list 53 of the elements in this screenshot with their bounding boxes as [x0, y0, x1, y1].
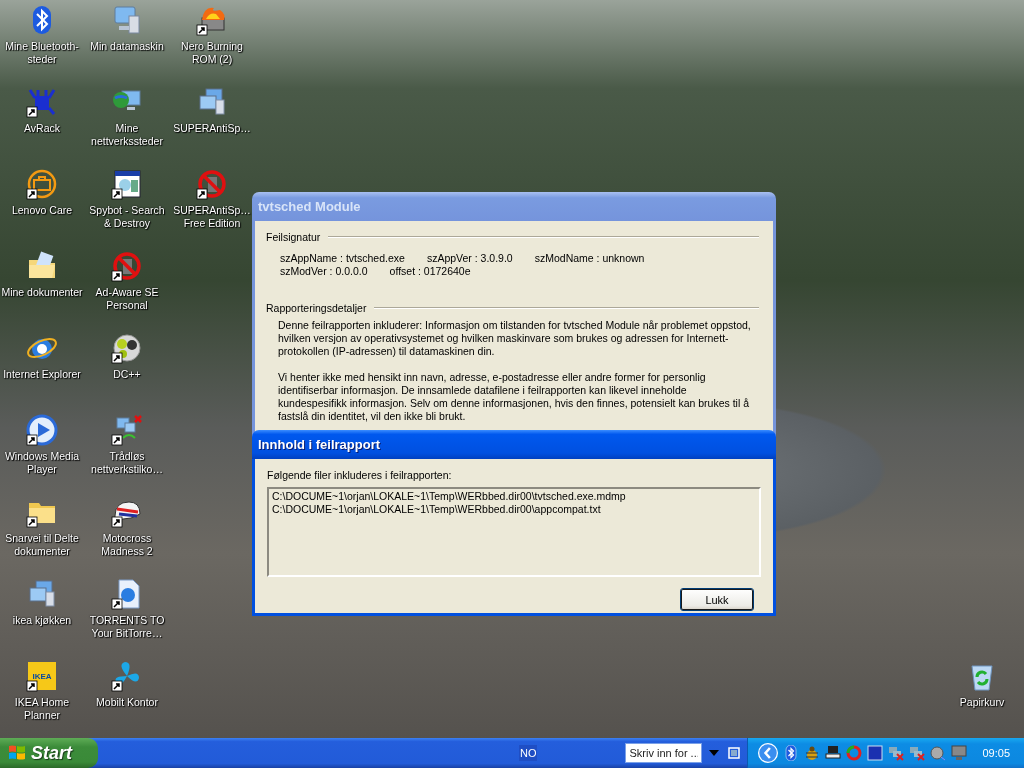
file-path: C:\DOCUME~1\orjan\LOKALE~1\Temp\WERbbed.dir00\appcompat.txt: [272, 503, 602, 516]
computer-icon[interactable]: [825, 745, 842, 761]
icon-label[interactable]: Motocross Madness 2: [86, 532, 168, 558]
clock[interactable]: 09:05: [982, 747, 1010, 759]
icon-label[interactable]: SUPERAntiSp…: [173, 122, 251, 135]
search-field[interactable]: Skriv inn for ...: [625, 743, 703, 763]
signature-field: szModName : unknown: [534, 252, 645, 265]
icon-label[interactable]: IKEA Home Planner: [1, 696, 83, 722]
network-error-icon[interactable]: [888, 745, 905, 761]
signature-field: szModVer : 0.0.0.0: [280, 265, 368, 278]
files-intro: Følgende filer inkluderes i feilrapporten:: [267, 469, 453, 481]
icon-label[interactable]: Mine nettverkssteder: [86, 122, 168, 148]
signature-field: szAppVer : 3.0.9.0: [426, 252, 513, 265]
details-paragraph: Vi henter ikke med hensikt inn navn, adresse, e-postadresse eller andre former for personlig identifiserbar informasjon. De innsamlede datafilene i feilrapporten kan likevel inneholde kundespesifikk informasjon. Selv om denne informasjonen, hvis den finnes, potensielt kan brukes til å fastslå din identitet, vil den ikke bli brukt.: [278, 371, 750, 423]
icon-label[interactable]: Windows Media Player: [1, 450, 83, 476]
monitor-icon[interactable]: [867, 745, 884, 761]
icon-label[interactable]: DC++: [113, 368, 141, 381]
icon-label[interactable]: Mine dokumenter: [1, 286, 83, 299]
restore-icon[interactable]: [727, 746, 742, 760]
window-title: Innhold i feilrapport: [252, 430, 776, 459]
section-heading: Rapporteringsdetaljer: [266, 302, 367, 314]
details-paragraph: Denne feilrapporten inkluderer: Informasjon om tilstanden for tvtsched Module når problemet oppstod, hvilken versjon av operativsystemet og hvilken maskinvare som brukes og adressen for Internett-protokollen (IP-adressen) til datamaskinen din.: [278, 319, 752, 358]
icon-label[interactable]: Mobilt Kontor: [96, 696, 158, 709]
icon-label[interactable]: ikea kjøkken: [12, 614, 72, 627]
icon-label[interactable]: Trådløs nettverkstilko…: [86, 450, 168, 476]
icon-label[interactable]: Ad-Aware SE Personal: [86, 286, 168, 312]
section-heading: Feilsignatur: [266, 231, 321, 243]
file-path: C:\DOCUME~1\orjan\LOKALE~1\Temp\WERbbed.dir00\tvtsched.exe.mdmp: [272, 490, 627, 503]
window-title: tvtsched Module: [252, 192, 776, 221]
bluetooth-icon[interactable]: [783, 745, 800, 761]
icon-label[interactable]: Mine Bluetooth-steder: [1, 40, 83, 66]
icon-label[interactable]: TORRENTS TO Your BitTorre…: [86, 614, 168, 640]
icon-label[interactable]: Snarvei til Delte dokumenter: [1, 532, 83, 558]
start-button[interactable]: Start: [0, 738, 98, 768]
icon-label[interactable]: Spybot - Search & Destroy: [86, 204, 168, 230]
signature-field: szAppName : tvtsched.exe: [280, 252, 405, 265]
windows-flag-icon: [8, 744, 26, 762]
signature-field: offset : 0172640e: [389, 265, 471, 278]
close-button[interactable]: Lukk: [680, 588, 754, 611]
logo-text: IKEA: [32, 672, 52, 681]
caret-icon: [709, 750, 720, 756]
icon-label[interactable]: SUPERAntiSp… Free Edition: [171, 204, 253, 230]
icon-label[interactable]: AvRack: [24, 122, 60, 135]
icon-label[interactable]: Min datamaskin: [90, 40, 164, 53]
icon-label[interactable]: Lenovo Care: [11, 204, 73, 217]
icon-label[interactable]: Papirkurv: [959, 696, 1005, 709]
language-indicator[interactable]: NO: [518, 745, 538, 761]
chevron-icon[interactable]: [758, 743, 779, 763]
icon-label[interactable]: Internet Explorer: [3, 368, 81, 381]
bug-icon[interactable]: [804, 745, 821, 761]
icon-label[interactable]: Nero Burning ROM (2): [171, 40, 253, 66]
network-error-icon[interactable]: [909, 745, 926, 761]
dropdown-button[interactable]: [709, 750, 720, 756]
